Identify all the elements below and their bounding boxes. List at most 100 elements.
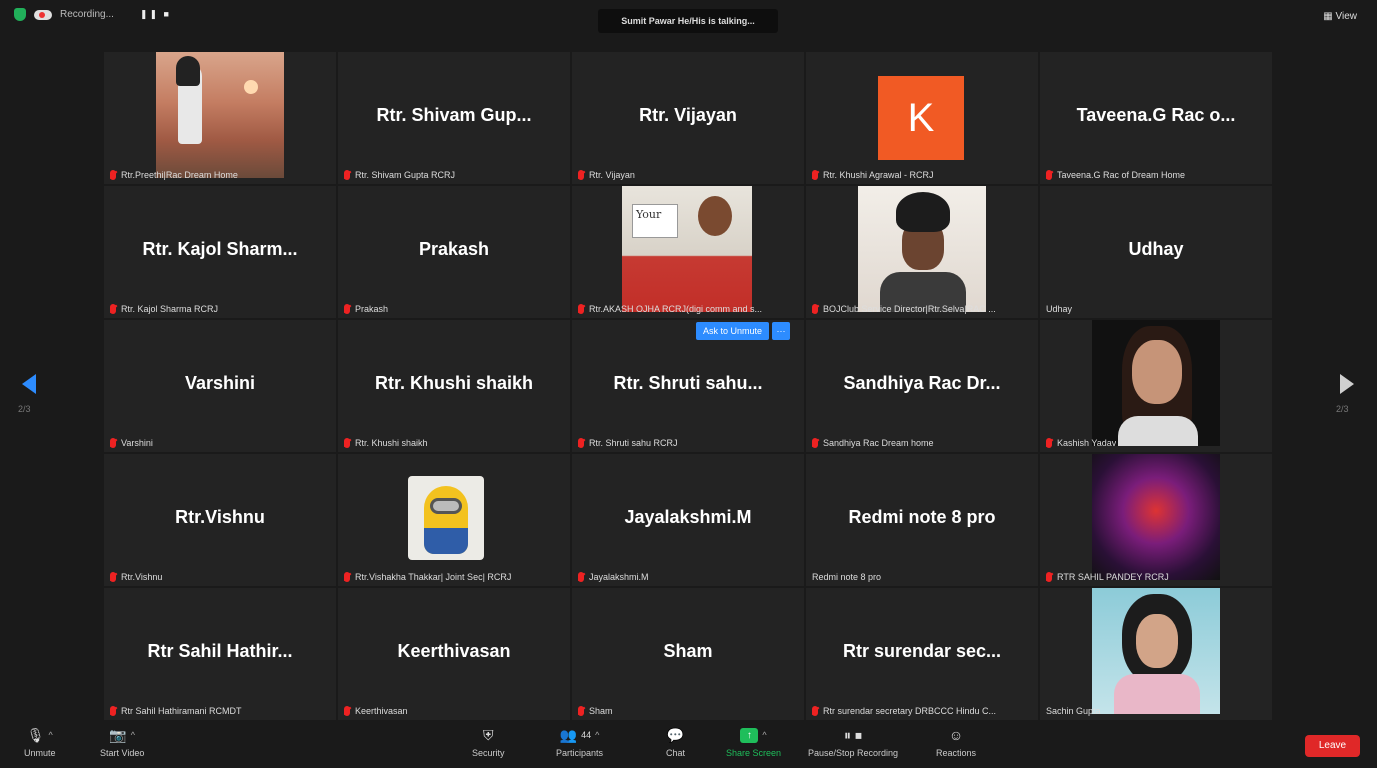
participant-name: Rtr. Kajol Sharma RCRJ	[110, 304, 218, 314]
participant-name: Sandhiya Rac Dream home	[812, 438, 934, 448]
participant-video	[156, 52, 284, 178]
participant-video: Your	[622, 186, 752, 312]
participant-tile[interactable]: Rtr surendar sec... Rtr surendar secreta…	[806, 588, 1038, 720]
muted-mic-icon: 🎙	[26, 726, 45, 743]
participant-tile[interactable]: Sachin Gupta	[1040, 588, 1272, 720]
participants-button[interactable]: 👥 44 ^ Participants	[556, 726, 603, 759]
participant-tile[interactable]: Prakash Prakash	[338, 186, 570, 318]
previous-page-arrow-icon[interactable]	[22, 374, 36, 394]
shield-icon[interactable]	[14, 8, 26, 21]
recording-controls[interactable]: ❚❚ ■	[140, 9, 171, 20]
page-indicator-right: 2/3	[1336, 404, 1349, 414]
security-button[interactable]: ⛨ Security	[472, 726, 505, 759]
participant-name: Keerthivasan	[344, 706, 408, 716]
muted-mic-icon	[344, 572, 350, 582]
participant-tile[interactable]: Kashish Yadav	[1040, 320, 1272, 452]
participant-tile[interactable]: Keerthivasan Keerthivasan	[338, 588, 570, 720]
participant-display-name: Keerthivasan	[397, 641, 511, 661]
muted-mic-icon	[812, 170, 818, 180]
share-screen-icon: ↑	[740, 727, 759, 743]
participant-display-name: Redmi note 8 pro	[848, 507, 996, 527]
participant-tile[interactable]: Rtr. Shivam Gup... Rtr. Shivam Gupta RCR…	[338, 52, 570, 184]
participant-tile[interactable]: Sham Sham	[572, 588, 804, 720]
participant-tile[interactable]: Rtr. Vijayan Rtr. Vijayan	[572, 52, 804, 184]
unmute-button[interactable]: 🎙 ^ Unmute	[24, 726, 56, 759]
muted-mic-icon	[110, 304, 116, 314]
reactions-button[interactable]: ☺ Reactions	[936, 726, 976, 758]
muted-mic-icon	[1046, 170, 1052, 180]
participant-display-name: Sham	[663, 641, 713, 661]
muted-mic-icon	[344, 304, 350, 314]
participant-tile[interactable]: Rtr.Vishakha Thakkar| Joint Sec| RCRJ	[338, 454, 570, 586]
ask-to-unmute-button[interactable]: Ask to Unmute	[696, 322, 770, 340]
participant-tile[interactable]: Jayalakshmi.M Jayalakshmi.M	[572, 454, 804, 586]
start-video-button[interactable]: 📷 ^ Start Video	[100, 726, 144, 759]
participant-display-name: Rtr. Shivam Gup...	[376, 105, 532, 125]
recording-indicator: Recording... ❚❚ ■	[14, 8, 171, 21]
participant-tile[interactable]: Rtr. Kajol Sharm... Rtr. Kajol Sharma RC…	[104, 186, 336, 318]
participant-tile[interactable]: Your Rtr.AKASH OJHA RCRJ(digi comm and s…	[572, 186, 804, 318]
muted-mic-icon	[578, 438, 584, 448]
participant-name: Rtr surendar secretary DRBCCC Hindu C...	[812, 706, 996, 716]
muted-mic-icon	[812, 706, 818, 716]
muted-mic-icon	[578, 170, 584, 180]
participant-display-name: Taveena.G Rac o...	[1076, 105, 1236, 125]
participant-tile[interactable]: Rtr. Khushi shaikh Rtr. Khushi shaikh	[338, 320, 570, 452]
chevron-up-icon[interactable]: ^	[131, 730, 135, 740]
participant-display-name: Rtr Sahil Hathir...	[147, 641, 293, 661]
muted-mic-icon	[110, 706, 116, 716]
participant-tile[interactable]: Udhay Udhay	[1040, 186, 1272, 318]
participant-name: Rtr.Preethi|Rac Dream Home	[110, 170, 238, 180]
chevron-up-icon[interactable]: ^	[595, 730, 599, 740]
participant-display-name: Jayalakshmi.M	[624, 507, 752, 527]
participant-name: Rtr. Shivam Gupta RCRJ	[344, 170, 455, 180]
chevron-up-icon[interactable]: ^	[762, 730, 766, 740]
participant-display-name: Varshini	[184, 373, 256, 393]
participants-icon: 👥	[559, 726, 578, 743]
muted-mic-icon	[110, 572, 116, 582]
participant-tile[interactable]: Redmi note 8 pro Redmi note 8 pro	[806, 454, 1038, 586]
participant-name: Jayalakshmi.M	[578, 572, 649, 582]
view-button[interactable]: ▦ View	[1323, 11, 1357, 22]
participant-tile[interactable]: Rtr.Preethi|Rac Dream Home	[104, 52, 336, 184]
participant-tile[interactable]: Rtr Sahil Hathir... Rtr Sahil Hathiraman…	[104, 588, 336, 720]
participant-display-name: Udhay	[1128, 239, 1184, 259]
cloud-recording-icon	[34, 9, 52, 20]
participant-tile[interactable]: Varshini Varshini	[104, 320, 336, 452]
chat-button[interactable]: 💬 Chat	[666, 726, 685, 759]
video-off-icon: 📷	[109, 726, 127, 743]
reaction-smiley-icon: ☺	[948, 727, 964, 743]
muted-mic-icon	[812, 438, 818, 448]
leave-button[interactable]: Leave	[1305, 735, 1360, 757]
participant-display-name: Rtr.Vishnu	[175, 507, 265, 527]
participant-name: Prakash	[344, 304, 388, 314]
participant-display-name: Sandhiya Rac Dr...	[843, 373, 1001, 393]
participant-display-name: Rtr. Vijayan	[639, 105, 737, 125]
active-speaker-banner: Sumit Pawar He/His is talking...	[598, 9, 778, 33]
gallery-grid: Rtr.Preethi|Rac Dream Home Rtr. Shivam G…	[104, 52, 1272, 720]
participant-name: Udhay	[1046, 304, 1073, 314]
participant-tile[interactable]: BOJClub Service Director|Rtr.Selva|RAC .…	[806, 186, 1038, 318]
muted-mic-icon	[1046, 572, 1052, 582]
participant-video	[408, 476, 484, 560]
avatar: K	[878, 76, 964, 160]
chevron-up-icon[interactable]: ^	[49, 730, 53, 740]
participant-display-name: Rtr. Shruti sahu...	[613, 373, 763, 393]
next-page-arrow-icon[interactable]	[1340, 374, 1354, 394]
participant-name: Sham	[578, 706, 613, 716]
participant-name: Taveena.G Rac of Dream Home	[1046, 170, 1185, 180]
participant-display-name: Rtr. Kajol Sharm...	[142, 239, 298, 259]
participant-tile[interactable]: Rtr.Vishnu Rtr.Vishnu	[104, 454, 336, 586]
participant-name: Rtr. Shruti sahu RCRJ	[578, 438, 678, 448]
participant-tile[interactable]: Taveena.G Rac o... Taveena.G Rac of Drea…	[1040, 52, 1272, 184]
participant-name: Sachin Gupta	[1046, 706, 1101, 716]
more-options-button[interactable]: ···	[772, 322, 791, 340]
share-screen-button[interactable]: ↑ ^ Share Screen	[726, 726, 781, 758]
participant-display-name: Prakash	[418, 239, 490, 259]
participant-tile[interactable]: Sandhiya Rac Dr... Sandhiya Rac Dream ho…	[806, 320, 1038, 452]
muted-mic-icon	[344, 438, 350, 448]
pause-stop-recording-button[interactable]: ⏸ ⏹ Pause/Stop Recording	[808, 726, 898, 759]
participant-tile[interactable]: K Rtr. Khushi Agrawal - RCRJ	[806, 52, 1038, 184]
participant-tile[interactable]: RTR SAHIL PANDEY RCRJ	[1040, 454, 1272, 586]
muted-mic-icon	[578, 572, 584, 582]
